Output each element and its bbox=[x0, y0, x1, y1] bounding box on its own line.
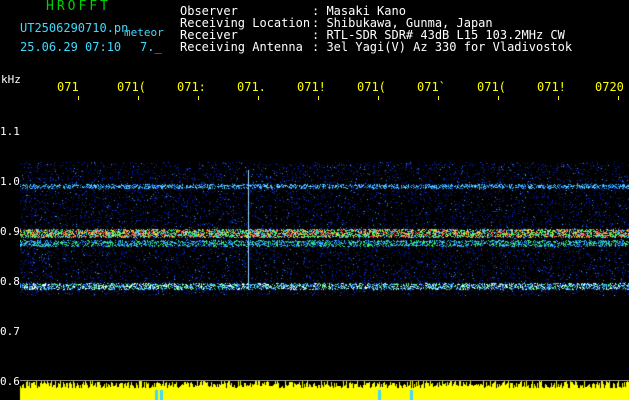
time-tick: 071: bbox=[177, 80, 206, 94]
signal-level-bars bbox=[0, 380, 629, 400]
time-tick: 071 bbox=[57, 80, 79, 94]
filename-label: UT2506290710.pn bbox=[20, 21, 129, 35]
time-tick: 0720 bbox=[595, 80, 624, 94]
counter-label: 7._ bbox=[140, 40, 162, 54]
time-tick: 071( bbox=[117, 80, 146, 94]
field-label-antenna: Receiving Antenna bbox=[180, 40, 303, 54]
brand-title: HROFFT bbox=[46, 0, 111, 14]
datetime-label: 25.06.29 07:10 bbox=[20, 40, 122, 54]
meteor-label: meteor bbox=[124, 26, 164, 39]
time-tick: 071` bbox=[417, 80, 446, 94]
field-value-antenna: : 3el Yagi(V) Az 330 for Vladivostok bbox=[312, 40, 573, 54]
freq-tick: 1.1 bbox=[0, 125, 20, 138]
time-tick: 071( bbox=[477, 80, 506, 94]
freq-tick: 0.9 bbox=[0, 225, 20, 238]
freq-tick: 1.0 bbox=[0, 175, 20, 188]
time-tick: 071! bbox=[537, 80, 566, 94]
time-tick: 071! bbox=[297, 80, 326, 94]
unit-label: kHz bbox=[1, 73, 21, 86]
freq-tick: 0.8 bbox=[0, 275, 20, 288]
spectrogram bbox=[20, 100, 629, 380]
time-tick: 071( bbox=[357, 80, 386, 94]
time-tick: 071. bbox=[237, 80, 266, 94]
freq-tick: 0.7 bbox=[0, 325, 20, 338]
